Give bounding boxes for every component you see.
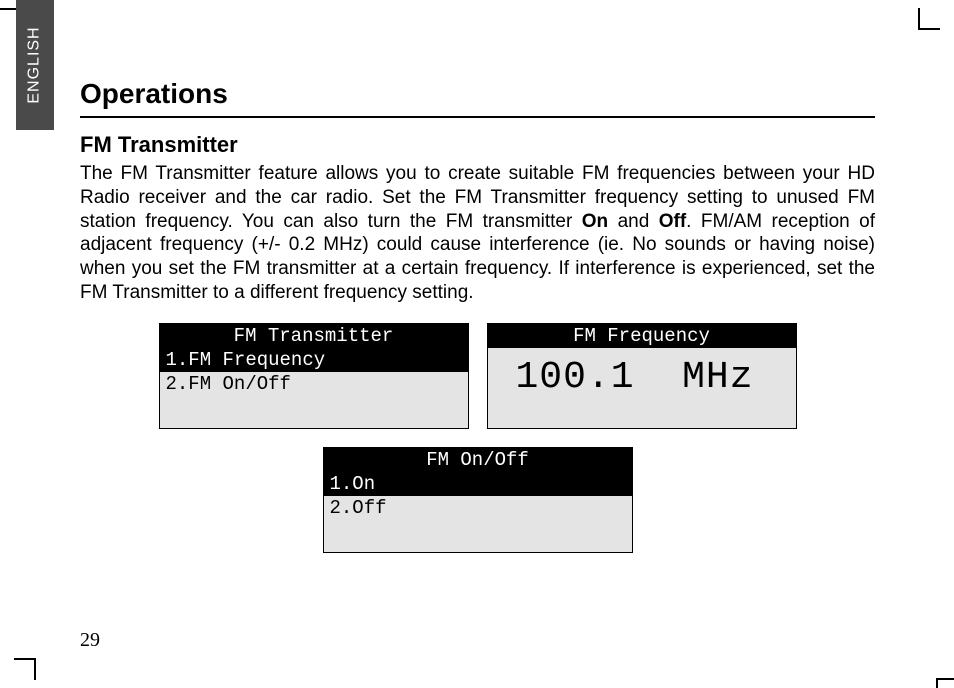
- heading-rule: [80, 116, 875, 118]
- page-content: Operations FM Transmitter The FM Transmi…: [80, 78, 875, 553]
- menu-item: 2.Off: [324, 496, 632, 520]
- dialog-illustrations: FM Transmitter 1.FM Frequency 2.FM On/Of…: [80, 323, 875, 553]
- frequency-value: 100.1 MHz: [488, 348, 796, 408]
- subsection-heading: FM Transmitter: [80, 132, 875, 158]
- bold-on: On: [582, 211, 608, 232]
- dialog-title: FM Transmitter: [160, 324, 468, 348]
- body-paragraph: The FM Transmitter feature allows you to…: [80, 162, 875, 305]
- body-text: and: [608, 211, 659, 232]
- dialog-title: FM On/Off: [324, 448, 632, 472]
- menu-item: 2.FM On/Off: [160, 372, 468, 396]
- fm-transmitter-dialog: FM Transmitter 1.FM Frequency 2.FM On/Of…: [159, 323, 469, 429]
- page-number: 29: [80, 629, 100, 652]
- section-heading: Operations: [80, 78, 875, 110]
- crop-mark-icon: [14, 658, 36, 680]
- bold-off: Off: [659, 211, 686, 232]
- language-tab: ENGLISH: [16, 0, 54, 130]
- menu-item-selected: 1.On: [324, 472, 632, 496]
- menu-item-selected: 1.FM Frequency: [160, 348, 468, 372]
- fm-onoff-dialog: FM On/Off 1.On 2.Off: [323, 447, 633, 553]
- crop-mark-icon: [936, 678, 954, 688]
- fm-frequency-dialog: FM Frequency 100.1 MHz: [487, 323, 797, 429]
- language-label: ENGLISH: [26, 26, 44, 103]
- manual-page: ENGLISH Operations FM Transmitter The FM…: [0, 0, 954, 688]
- crop-mark-icon: [918, 8, 940, 30]
- dialog-title: FM Frequency: [488, 324, 796, 348]
